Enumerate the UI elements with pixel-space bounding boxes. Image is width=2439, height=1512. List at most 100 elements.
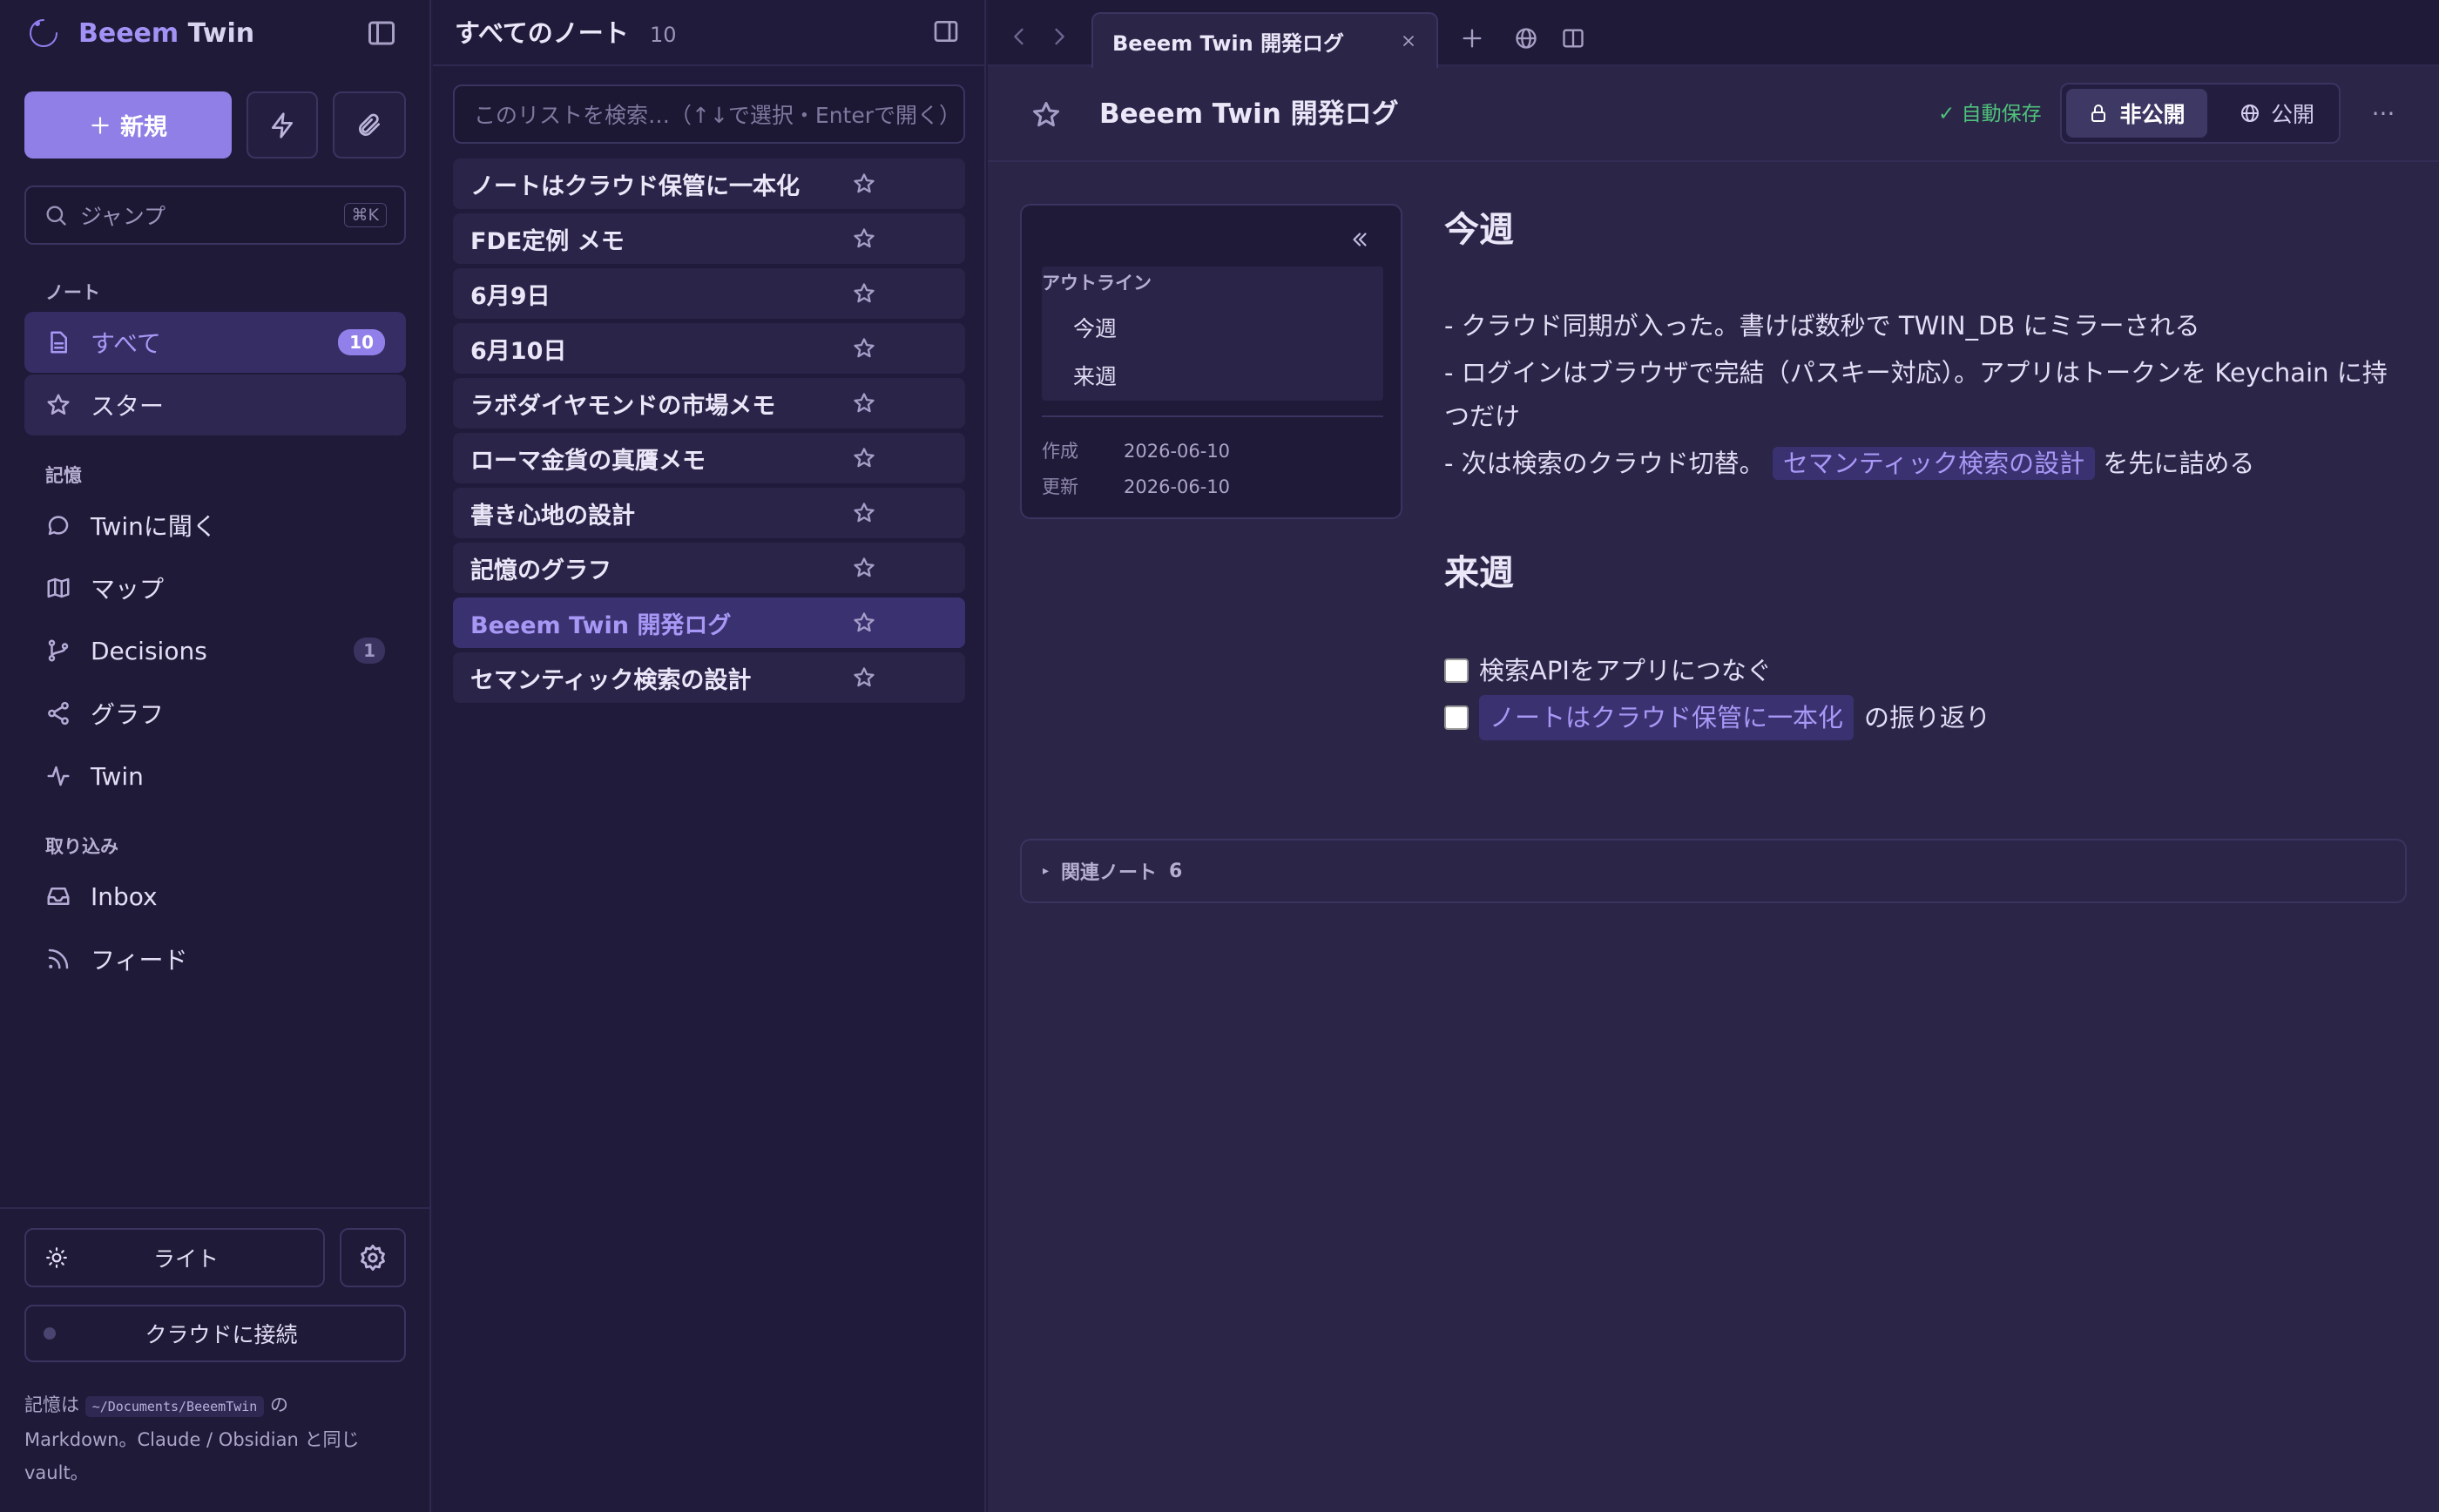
sidebar-footer-divider xyxy=(0,1207,431,1209)
todo-checkbox[interactable] xyxy=(1444,658,1469,683)
new-note-label: 新規 xyxy=(120,114,167,141)
note-list-item[interactable]: ノートはクラウド保管に一本化 xyxy=(453,159,965,209)
star-icon[interactable] xyxy=(852,501,876,525)
note-title-text: 記憶のグラフ xyxy=(470,557,611,584)
share-icon xyxy=(48,701,69,726)
vault-line3: vault。 xyxy=(24,1462,89,1483)
sidebar-item-map[interactable]: マップ xyxy=(24,557,406,618)
related-label: 関連ノート xyxy=(1061,862,1158,884)
star-icon[interactable] xyxy=(852,611,876,635)
star-icon[interactable] xyxy=(852,556,876,580)
private-button[interactable]: 非公開 xyxy=(2066,89,2207,138)
public-label: 公開 xyxy=(2270,102,2314,127)
note-list-item[interactable]: 書き心地の設計 xyxy=(453,488,965,538)
star-icon[interactable] xyxy=(852,226,876,251)
sidebar-item-inbox[interactable]: Inbox xyxy=(24,866,406,927)
note-list-item[interactable]: FDE定例 メモ xyxy=(453,213,965,264)
theme-toggle-button[interactable]: ライト xyxy=(24,1228,325,1287)
star-icon[interactable] xyxy=(852,172,876,196)
star-icon[interactable] xyxy=(852,446,876,470)
settings-button[interactable] xyxy=(340,1228,406,1287)
note-list-item[interactable]: ローマ金貨の真贋メモ xyxy=(453,433,965,483)
created-label: 作成 xyxy=(1042,441,1078,462)
panel-toggle-icon[interactable] xyxy=(932,17,963,49)
sidebar-item-feed[interactable]: フィード xyxy=(24,928,406,989)
quick-capture-button[interactable] xyxy=(247,91,318,159)
note-list-item[interactable]: 6月9日 xyxy=(453,268,965,319)
wiki-link[interactable]: セマンティック検索の設計 xyxy=(1772,447,2096,480)
sidebar-item-ask-twin[interactable]: Twinに聞く xyxy=(24,495,406,556)
body-line: - 次は検索のクラウド切替。 セマンティック検索の設計 を先に詰める xyxy=(1444,441,2254,486)
note-list-item[interactable]: セマンティック検索の設計 xyxy=(453,652,965,703)
note-list-item[interactable]: ラボダイヤモンドの市場メモ xyxy=(453,378,965,429)
outline-item[interactable]: 来週 xyxy=(1073,361,1117,394)
collapse-chevrons-icon[interactable] xyxy=(1348,228,1371,251)
split-view-icon[interactable] xyxy=(1561,26,1585,51)
note-title-text: FDE定例 メモ xyxy=(470,227,625,255)
sidebar-item-decisions[interactable]: Decisions 1 xyxy=(24,620,406,681)
sun-icon xyxy=(46,1247,67,1268)
note-list-item[interactable]: 6月10日 xyxy=(453,323,965,374)
note-title-text: ノートはクラウド保管に一本化 xyxy=(470,172,800,200)
outline-item[interactable]: 今週 xyxy=(1073,313,1117,346)
todo-checkbox[interactable] xyxy=(1444,705,1469,730)
star-icon[interactable] xyxy=(852,336,876,361)
plus-icon xyxy=(91,116,109,134)
more-options-button[interactable]: ··· xyxy=(2368,101,2399,127)
forward-arrow-icon[interactable] xyxy=(1047,24,1071,49)
note-list-item[interactable]: 記憶のグラフ xyxy=(453,543,965,593)
wiki-link[interactable]: ノートはクラウド保管に一本化 xyxy=(1479,695,1855,740)
paperclip-icon xyxy=(359,113,380,136)
section-label-import: 取り込み xyxy=(45,836,118,857)
star-icon[interactable] xyxy=(852,391,876,415)
sidebar-item-graph[interactable]: グラフ xyxy=(24,683,406,744)
globe-icon[interactable] xyxy=(1514,26,1538,51)
note-title-text: 6月9日 xyxy=(470,282,551,310)
note-list-item[interactable]: Beeem Twin 開発ログ xyxy=(453,597,965,648)
new-tab-plus-icon[interactable] xyxy=(1460,26,1484,51)
new-note-button[interactable]: 新規 xyxy=(24,91,232,159)
sidebar-item-label: Decisions xyxy=(91,636,207,665)
note-list-count: 10 xyxy=(650,23,677,47)
body-line: つだけ xyxy=(1444,402,1521,431)
sidebar-item-label: マップ xyxy=(91,575,165,604)
count-badge: 1 xyxy=(354,638,385,664)
sidebar-item-label: Twin xyxy=(91,761,144,791)
star-icon[interactable] xyxy=(852,281,876,306)
sidebar-item-all[interactable]: すべて 10 xyxy=(24,312,406,373)
tab-active-note[interactable]: Beeem Twin 開発ログ xyxy=(1091,12,1438,68)
note-title-text: 書き心地の設計 xyxy=(470,502,635,530)
disclosure-triangle-icon: ▸ xyxy=(1043,864,1050,878)
count-badge: 10 xyxy=(338,329,385,355)
editor-header-divider xyxy=(988,160,2439,162)
section-label-notes: ノート xyxy=(45,282,100,303)
sidebar-item-twin[interactable]: Twin xyxy=(24,746,406,807)
jump-search-input[interactable]: ジャンプ ⌘K xyxy=(24,186,406,245)
rss-icon xyxy=(48,948,69,969)
document-icon xyxy=(51,331,67,354)
cloud-connect-button[interactable]: クラウドに接続 xyxy=(24,1305,406,1362)
chat-icon xyxy=(48,516,69,536)
sidebar-item-star[interactable]: スター xyxy=(24,375,406,435)
star-icon xyxy=(47,394,70,415)
public-button[interactable]: 公開 xyxy=(2221,89,2333,138)
note-list-search-input[interactable]: このリストを検索…（↑↓で選択・Enterで開く） xyxy=(453,84,965,144)
sidebar-toggle-icon[interactable] xyxy=(366,17,397,49)
close-icon[interactable] xyxy=(1400,32,1417,50)
updated-label: 更新 xyxy=(1042,476,1078,497)
note-list-header-divider xyxy=(433,64,986,66)
sidebar-item-label: すべて xyxy=(91,329,161,358)
related-notes-toggle[interactable]: ▸ 関連ノート 6 xyxy=(1020,839,2407,903)
favorite-star-icon[interactable] xyxy=(1030,99,1062,131)
todo-text: の振り返り xyxy=(1864,703,1991,732)
tab-label: Beeem Twin 開発ログ xyxy=(1112,30,1345,56)
bolt-icon xyxy=(272,111,293,138)
sidebar-item-label: スター xyxy=(91,392,165,421)
note-title[interactable]: Beeem Twin 開発ログ xyxy=(1099,94,1399,134)
back-arrow-icon[interactable] xyxy=(1007,24,1031,49)
private-label: 非公開 xyxy=(2119,102,2186,127)
attach-button[interactable] xyxy=(333,91,406,159)
connection-status-dot xyxy=(44,1327,56,1340)
star-icon[interactable] xyxy=(852,665,876,690)
sidebar-item-label: Twinに聞く xyxy=(91,512,217,541)
